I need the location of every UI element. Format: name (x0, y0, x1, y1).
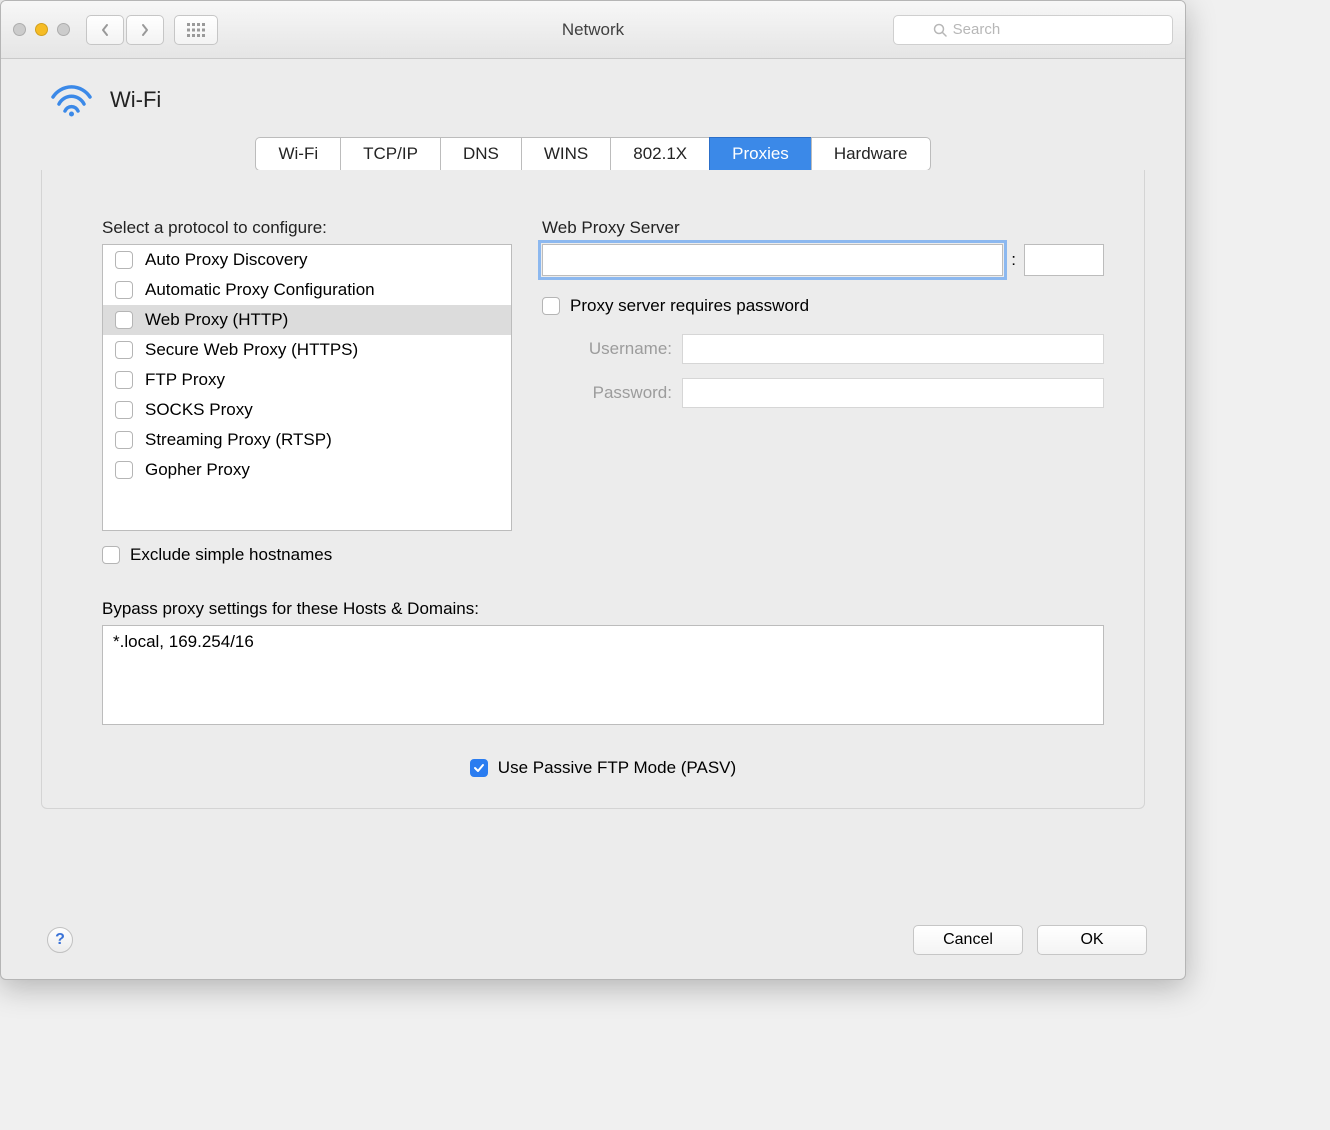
tab-hardware[interactable]: Hardware (811, 137, 931, 171)
protocol-checkbox[interactable] (115, 281, 133, 299)
protocol-list-label: Select a protocol to configure: (102, 218, 512, 238)
server-column: Web Proxy Server : Proxy server requires… (542, 218, 1104, 565)
tab-bar: Wi-FiTCP/IPDNSWINS802.1XProxiesHardware (1, 137, 1185, 171)
grid-icon (187, 23, 205, 37)
protocol-checkbox[interactable] (115, 251, 133, 269)
server-label: Web Proxy Server (542, 218, 1104, 238)
pasv-checkbox[interactable] (470, 759, 488, 777)
protocol-item[interactable]: FTP Proxy (103, 365, 511, 395)
search-icon (933, 23, 947, 37)
protocol-label: Streaming Proxy (RTSP) (145, 430, 332, 450)
server-port-separator: : (1011, 250, 1016, 270)
tab-802-1x[interactable]: 802.1X (610, 137, 709, 171)
tab-wins[interactable]: WINS (521, 137, 610, 171)
footer: ? Cancel OK (1, 925, 1185, 979)
proxy-port-input[interactable] (1024, 244, 1104, 276)
server-input-row: : (542, 244, 1104, 276)
tab-proxies[interactable]: Proxies (709, 137, 811, 171)
protocol-item[interactable]: Gopher Proxy (103, 455, 511, 485)
nav-buttons (86, 15, 164, 45)
pasv-label: Use Passive FTP Mode (PASV) (498, 758, 736, 778)
chevron-right-icon (140, 23, 150, 37)
proxies-panel: Select a protocol to configure: Auto Pro… (41, 170, 1145, 809)
tab-tcp-ip[interactable]: TCP/IP (340, 137, 440, 171)
bypass-textarea[interactable] (102, 625, 1104, 725)
exclude-hostnames-row: Exclude simple hostnames (102, 545, 512, 565)
proxy-auth-checkbox[interactable] (542, 297, 560, 315)
search-input[interactable] (953, 21, 1134, 38)
wifi-icon (49, 83, 94, 117)
minimize-window-button[interactable] (35, 23, 48, 36)
protocol-checkbox[interactable] (115, 311, 133, 329)
ok-button[interactable]: OK (1037, 925, 1147, 955)
protocol-list[interactable]: Auto Proxy Discovery Automatic Proxy Conf… (102, 244, 512, 531)
footer-buttons: Cancel OK (913, 925, 1147, 955)
back-button[interactable] (86, 15, 124, 45)
username-label: Username: (542, 339, 672, 359)
protocol-item[interactable]: Auto Proxy Discovery (103, 245, 511, 275)
protocol-label: Gopher Proxy (145, 460, 250, 480)
help-icon: ? (55, 931, 65, 949)
protocol-label: Automatic Proxy Configuration (145, 280, 375, 300)
network-preferences-window: Network Wi-Fi Wi-FiTCP/IPDNSWINS802.1XPr… (0, 0, 1186, 980)
cancel-button[interactable]: Cancel (913, 925, 1023, 955)
show-all-button[interactable] (174, 15, 218, 45)
protocol-item[interactable]: SOCKS Proxy (103, 395, 511, 425)
close-window-button[interactable] (13, 23, 26, 36)
protocol-label: FTP Proxy (145, 370, 225, 390)
protocol-item[interactable]: Streaming Proxy (RTSP) (103, 425, 511, 455)
auth-row: Proxy server requires password (542, 296, 1104, 316)
toolbar: Network (1, 1, 1185, 59)
username-input[interactable] (682, 334, 1104, 364)
protocol-label: Secure Web Proxy (HTTPS) (145, 340, 358, 360)
protocol-checkbox[interactable] (115, 401, 133, 419)
username-row: Username: (542, 334, 1104, 364)
window-title: Network (562, 20, 624, 40)
proxy-auth-label: Proxy server requires password (570, 296, 809, 316)
page-header: Wi-Fi (1, 59, 1185, 127)
bypass-label: Bypass proxy settings for these Hosts & … (102, 599, 1104, 619)
window-traffic-lights (13, 23, 70, 36)
protocol-item[interactable]: Automatic Proxy Configuration (103, 275, 511, 305)
password-label: Password: (542, 383, 672, 403)
exclude-hostnames-label: Exclude simple hostnames (130, 545, 332, 565)
exclude-hostnames-checkbox[interactable] (102, 546, 120, 564)
protocol-checkbox[interactable] (115, 461, 133, 479)
protocol-checkbox[interactable] (115, 431, 133, 449)
password-input[interactable] (682, 378, 1104, 408)
protocol-label: Web Proxy (HTTP) (145, 310, 288, 330)
zoom-window-button[interactable] (57, 23, 70, 36)
protocol-checkbox[interactable] (115, 371, 133, 389)
protocol-label: SOCKS Proxy (145, 400, 253, 420)
proxy-server-input[interactable] (542, 244, 1003, 276)
pasv-row: Use Passive FTP Mode (PASV) (102, 758, 1104, 778)
protocol-column: Select a protocol to configure: Auto Pro… (102, 218, 512, 565)
password-row: Password: (542, 378, 1104, 408)
protocol-checkbox[interactable] (115, 341, 133, 359)
page-title: Wi-Fi (110, 87, 161, 113)
protocol-item[interactable]: Secure Web Proxy (HTTPS) (103, 335, 511, 365)
search-field-wrap[interactable] (893, 15, 1173, 45)
help-button[interactable]: ? (47, 927, 73, 953)
protocol-item[interactable]: Web Proxy (HTTP) (103, 305, 511, 335)
chevron-left-icon (100, 23, 110, 37)
tab-wi-fi[interactable]: Wi-Fi (255, 137, 340, 171)
forward-button[interactable] (126, 15, 164, 45)
tab-dns[interactable]: DNS (440, 137, 521, 171)
protocol-label: Auto Proxy Discovery (145, 250, 308, 270)
